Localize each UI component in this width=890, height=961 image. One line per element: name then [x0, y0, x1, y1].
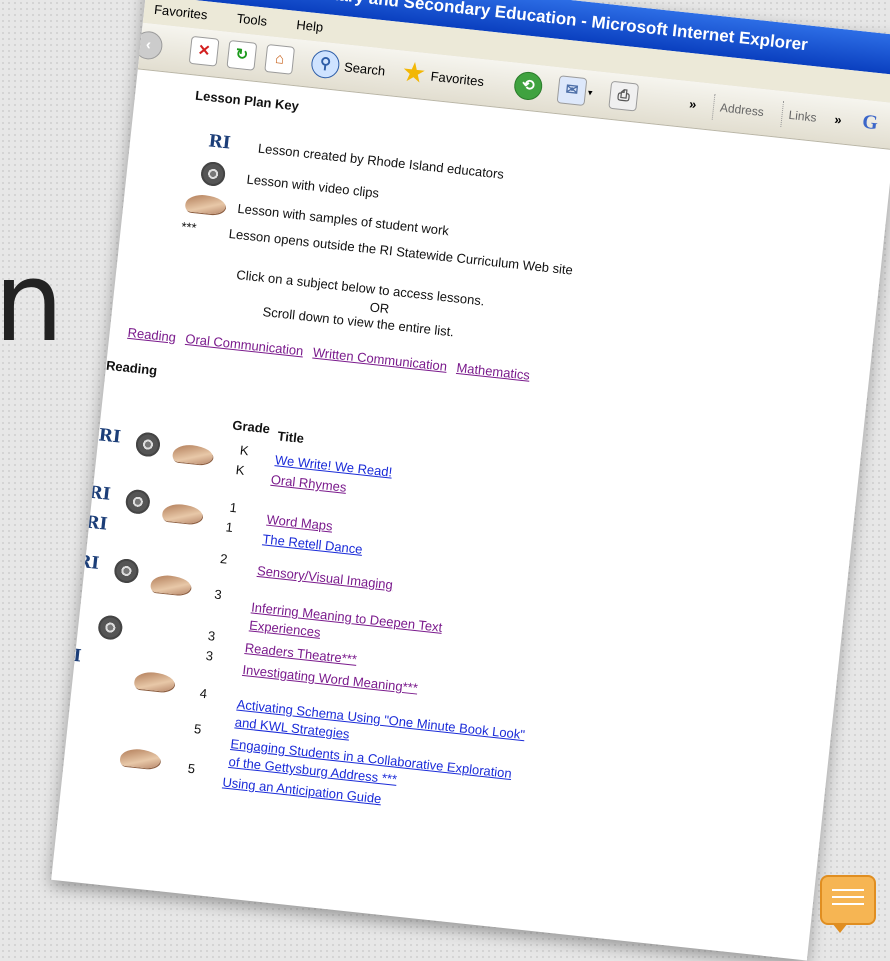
history-button[interactable]: ⟲ — [512, 70, 544, 102]
mail-dropdown-icon: ▾ — [587, 86, 593, 98]
hand-icon — [131, 670, 179, 696]
home-icon: ⌂ — [264, 43, 296, 75]
instruction-line-1: Click on a subject below to access lesso… — [235, 267, 486, 309]
ie-window-screenshot: Department of Elementary and Secondary E… — [51, 0, 890, 961]
search-icon: ⚲ — [309, 48, 341, 80]
hand-icon — [117, 747, 164, 772]
row-grade: 3 — [213, 586, 223, 603]
stop-icon: ✕ — [188, 35, 220, 67]
film-reel-icon — [124, 488, 152, 518]
row-grade: 1 — [224, 519, 234, 536]
refresh-icon: ↻ — [226, 39, 258, 71]
row-ri-badge: RI — [76, 551, 101, 574]
film-reel-icon — [113, 557, 140, 587]
links-chevron[interactable]: » — [833, 105, 843, 134]
row-grade: 4 — [199, 685, 208, 702]
row-ri-badge: RI — [97, 425, 122, 448]
key-heading: Lesson Plan Key — [194, 87, 300, 114]
subject-link-mathematics[interactable]: Mathematics — [456, 360, 531, 383]
address-label[interactable]: Address — [711, 93, 766, 126]
row-ri-badge: RI — [87, 482, 112, 505]
lesson-link[interactable]: Sensory/Visual Imaging — [256, 563, 393, 592]
subject-link-written-communication[interactable]: Written Communication — [312, 345, 448, 374]
back-button[interactable]: ‹ — [132, 29, 164, 61]
film-reel-icon — [199, 160, 227, 190]
mail-icon: ✉ — [556, 75, 588, 107]
reading-heading: Reading — [105, 357, 158, 379]
favorites-star-icon: ★ — [401, 58, 427, 88]
lesson-link[interactable]: Oral Rhymes — [270, 472, 347, 495]
instruction-line-2: OR — [369, 299, 391, 317]
toolbar-chevron[interactable]: » — [688, 89, 698, 118]
hand-icon — [182, 193, 230, 218]
links-label[interactable]: Links — [780, 101, 818, 131]
home-button[interactable]: ⌂ — [264, 43, 296, 75]
row-grade: 5 — [193, 721, 203, 737]
asterisks-marker: *** — [180, 218, 198, 236]
google-toolbar-logo[interactable]: G — [861, 108, 879, 137]
mail-button[interactable]: ✉ ▾ — [556, 75, 594, 107]
row-grade: 5 — [187, 760, 196, 777]
film-reel-icon — [97, 614, 124, 643]
refresh-button[interactable]: ↻ — [226, 39, 258, 71]
print-button[interactable]: ⎙ — [608, 80, 640, 112]
instruction-line-3: Scroll down to view the entire list. — [261, 304, 455, 340]
grade-column-header: Grade — [231, 417, 271, 437]
row-ri-badge: RI — [84, 512, 109, 535]
favorites-label: Favorites — [429, 68, 485, 89]
menu-favorites[interactable]: Favorites — [153, 2, 208, 23]
row-grade: 2 — [219, 550, 229, 567]
stop-button[interactable]: ✕ — [188, 35, 220, 67]
title-column-header: Title — [276, 428, 305, 447]
print-icon: ⎙ — [608, 80, 640, 112]
history-icon: ⟲ — [512, 70, 544, 102]
lesson-link[interactable]: Investigating Word Meaning*** — [242, 662, 419, 696]
search-button[interactable]: ⚲ Search — [309, 48, 387, 85]
row-ri-badge: RI — [58, 644, 83, 667]
row-grade: 3 — [205, 647, 214, 664]
ri-icon: RI — [207, 131, 232, 154]
row-grade: K — [239, 442, 250, 459]
menu-tools[interactable]: Tools — [236, 11, 268, 29]
lesson-link[interactable]: The Retell Dance — [262, 531, 363, 557]
favorites-button[interactable]: ★ Favorites — [399, 58, 485, 95]
search-label: Search — [343, 58, 387, 79]
film-reel-icon — [134, 431, 162, 460]
subject-links: Reading Oral Communication Written Commu… — [127, 325, 531, 383]
subject-link-oral-communication[interactable]: Oral Communication — [185, 331, 304, 359]
hand-icon — [159, 502, 207, 528]
row-grade: K — [235, 462, 246, 478]
key-item-external-text: Lesson opens outside the RI Statewide Cu… — [228, 225, 574, 278]
lesson-link[interactable]: Word Maps — [266, 512, 333, 534]
hand-icon — [169, 443, 217, 468]
chat-bubble-icon[interactable] — [820, 875, 876, 933]
hand-icon — [147, 574, 195, 599]
row-grade: 3 — [207, 628, 217, 644]
row-ri-badge: RI — [51, 720, 64, 744]
menu-help[interactable]: Help — [296, 17, 324, 35]
subject-link-reading[interactable]: Reading — [127, 325, 177, 345]
row-grade: 1 — [228, 499, 238, 516]
key-item-video-text: Lesson with video clips — [245, 171, 380, 201]
back-arrow-icon: ‹ — [132, 29, 164, 61]
background-letter: n — [0, 238, 64, 366]
